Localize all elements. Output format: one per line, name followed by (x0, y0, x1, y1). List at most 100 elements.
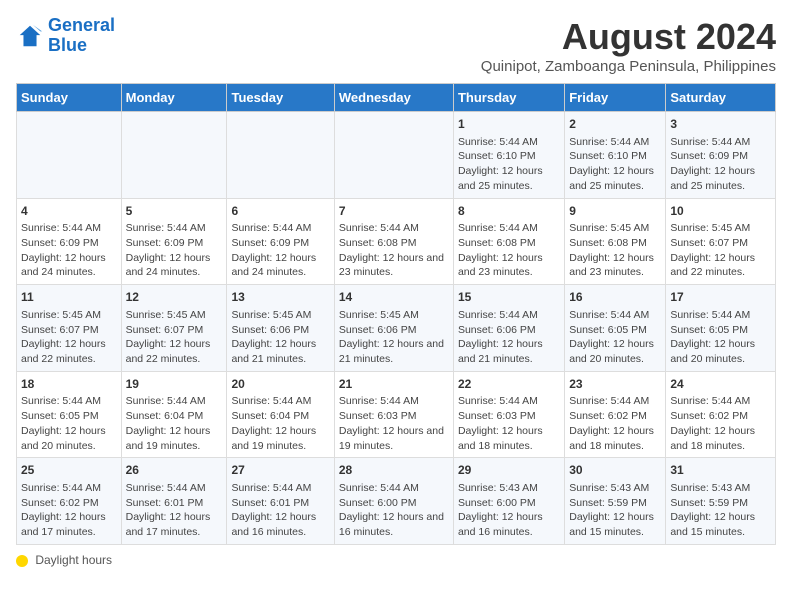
day-number: 21 (339, 376, 449, 393)
calendar-cell: 8Sunrise: 5:44 AMSunset: 6:08 PMDaylight… (453, 198, 564, 285)
day-info: Sunrise: 5:45 AMSunset: 6:07 PMDaylight:… (21, 308, 117, 367)
day-info: Sunrise: 5:44 AMSunset: 6:05 PMDaylight:… (21, 394, 117, 453)
day-info: Sunrise: 5:44 AMSunset: 6:02 PMDaylight:… (670, 394, 771, 453)
col-header-thursday: Thursday (453, 84, 564, 112)
calendar-cell: 7Sunrise: 5:44 AMSunset: 6:08 PMDaylight… (334, 198, 453, 285)
calendar-cell: 22Sunrise: 5:44 AMSunset: 6:03 PMDayligh… (453, 371, 564, 458)
calendar-cell: 17 Sunrise: 5:44 AMSunset: 6:05 PMDayligh… (666, 285, 776, 372)
week-row-1: 1 Sunrise: 5:44 AMSunset: 6:10 PMDaylight… (17, 112, 776, 199)
week-row-5: 25Sunrise: 5:44 AMSunset: 6:02 PMDayligh… (17, 458, 776, 545)
day-number: 9 (569, 203, 661, 220)
day-number: 22 (458, 376, 560, 393)
day-number: 4 (21, 203, 117, 220)
day-number: 28 (339, 462, 449, 479)
calendar-cell: 1 Sunrise: 5:44 AMSunset: 6:10 PMDaylight… (453, 112, 564, 199)
calendar-cell: 5Sunrise: 5:44 AMSunset: 6:09 PMDaylight… (121, 198, 227, 285)
day-number: 23 (569, 376, 661, 393)
calendar-cell: 6Sunrise: 5:44 AMSunset: 6:09 PMDaylight… (227, 198, 334, 285)
day-info: Sunrise: 5:44 AMSunset: 6:02 PMDaylight:… (569, 394, 661, 453)
day-info: Sunrise: 5:44 AMSunset: 6:05 PMDaylight:… (569, 308, 661, 367)
logo-text: General Blue (48, 16, 115, 56)
day-number: 19 (126, 376, 223, 393)
calendar-cell: 16 Sunrise: 5:44 AMSunset: 6:05 PMDayligh… (565, 285, 666, 372)
day-info: Sunrise: 5:45 AMSunset: 6:07 PMDaylight:… (670, 221, 771, 280)
calendar-cell: 19Sunrise: 5:44 AMSunset: 6:04 PMDayligh… (121, 371, 227, 458)
calendar-cell: 21Sunrise: 5:44 AMSunset: 6:03 PMDayligh… (334, 371, 453, 458)
col-header-friday: Friday (565, 84, 666, 112)
day-number: 12 (126, 289, 223, 306)
day-info: Sunrise: 5:44 AMSunset: 6:10 PMDaylight:… (458, 135, 560, 194)
day-info: Sunrise: 5:44 AMSunset: 6:01 PMDaylight:… (126, 481, 223, 540)
day-number: 17 (670, 289, 771, 306)
calendar-cell: 4Sunrise: 5:44 AMSunset: 6:09 PMDaylight… (17, 198, 122, 285)
day-number: 27 (231, 462, 329, 479)
day-number: 8 (458, 203, 560, 220)
day-info: Sunrise: 5:45 AMSunset: 6:06 PMDaylight:… (339, 308, 449, 367)
calendar-cell: 23Sunrise: 5:44 AMSunset: 6:02 PMDayligh… (565, 371, 666, 458)
day-number: 2 (569, 116, 661, 133)
day-info: Sunrise: 5:44 AMSunset: 6:03 PMDaylight:… (339, 394, 449, 453)
main-title: August 2024 (481, 16, 776, 58)
calendar-cell: 12 Sunrise: 5:45 AMSunset: 6:07 PMDayligh… (121, 285, 227, 372)
calendar-cell: 25Sunrise: 5:44 AMSunset: 6:02 PMDayligh… (17, 458, 122, 545)
calendar-cell: 29 Sunrise: 5:43 AMSunset: 6:00 PMDayligh… (453, 458, 564, 545)
day-number: 7 (339, 203, 449, 220)
day-info: Sunrise: 5:44 AMSunset: 6:09 PMDaylight:… (126, 221, 223, 280)
calendar-cell: 15Sunrise: 5:44 AMSunset: 6:06 PMDayligh… (453, 285, 564, 372)
calendar-cell (121, 112, 227, 199)
logo-icon (16, 22, 44, 50)
week-row-3: 11Sunrise: 5:45 AMSunset: 6:07 PMDayligh… (17, 285, 776, 372)
day-info: Sunrise: 5:44 AMSunset: 6:04 PMDaylight:… (231, 394, 329, 453)
day-info: Sunrise: 5:43 AMSunset: 6:00 PMDaylight:… (458, 481, 560, 540)
footer: Daylight hours (16, 553, 776, 567)
day-info: Sunrise: 5:44 AMSunset: 6:01 PMDaylight:… (231, 481, 329, 540)
calendar-cell: 3 Sunrise: 5:44 AMSunset: 6:09 PMDaylight… (666, 112, 776, 199)
calendar-cell: 13 Sunrise: 5:45 AMSunset: 6:06 PMDayligh… (227, 285, 334, 372)
day-number: 29 (458, 462, 560, 479)
daylight-legend: Daylight hours (16, 553, 112, 567)
calendar-cell: 27 Sunrise: 5:44 AMSunset: 6:01 PMDayligh… (227, 458, 334, 545)
day-info: Sunrise: 5:45 AMSunset: 6:07 PMDaylight:… (126, 308, 223, 367)
day-number: 3 (670, 116, 771, 133)
day-number: 24 (670, 376, 771, 393)
calendar-cell: 24Sunrise: 5:44 AMSunset: 6:02 PMDayligh… (666, 371, 776, 458)
daylight-label: Daylight hours (35, 553, 112, 567)
day-number: 6 (231, 203, 329, 220)
day-info: Sunrise: 5:45 AMSunset: 6:06 PMDaylight:… (231, 308, 329, 367)
day-number: 16 (569, 289, 661, 306)
day-info: Sunrise: 5:44 AMSunset: 6:00 PMDaylight:… (339, 481, 449, 540)
day-info: Sunrise: 5:44 AMSunset: 6:08 PMDaylight:… (339, 221, 449, 280)
day-number: 10 (670, 203, 771, 220)
day-number: 13 (231, 289, 329, 306)
calendar-cell: 2 Sunrise: 5:44 AMSunset: 6:10 PMDaylight… (565, 112, 666, 199)
page-header: General Blue August 2024 Quinipot, Zambo… (16, 16, 776, 75)
day-info: Sunrise: 5:44 AMSunset: 6:06 PMDaylight:… (458, 308, 560, 367)
col-header-wednesday: Wednesday (334, 84, 453, 112)
day-number: 31 (670, 462, 771, 479)
day-info: Sunrise: 5:44 AMSunset: 6:03 PMDaylight:… (458, 394, 560, 453)
day-info: Sunrise: 5:43 AMSunset: 5:59 PMDaylight:… (670, 481, 771, 540)
day-number: 30 (569, 462, 661, 479)
calendar-cell: 30Sunrise: 5:43 AMSunset: 5:59 PMDayligh… (565, 458, 666, 545)
day-number: 1 (458, 116, 560, 133)
day-number: 18 (21, 376, 117, 393)
day-info: Sunrise: 5:44 AMSunset: 6:09 PMDaylight:… (21, 221, 117, 280)
day-info: Sunrise: 5:44 AMSunset: 6:04 PMDaylight:… (126, 394, 223, 453)
col-header-monday: Monday (121, 84, 227, 112)
logo: General Blue (16, 16, 115, 56)
day-number: 20 (231, 376, 329, 393)
header-row: SundayMondayTuesdayWednesdayThursdayFrid… (17, 84, 776, 112)
day-info: Sunrise: 5:44 AMSunset: 6:09 PMDaylight:… (231, 221, 329, 280)
calendar-cell (227, 112, 334, 199)
calendar-cell (17, 112, 122, 199)
day-info: Sunrise: 5:44 AMSunset: 6:10 PMDaylight:… (569, 135, 661, 194)
calendar-cell: 18Sunrise: 5:44 AMSunset: 6:05 PMDayligh… (17, 371, 122, 458)
calendar-cell: 14Sunrise: 5:45 AMSunset: 6:06 PMDayligh… (334, 285, 453, 372)
day-info: Sunrise: 5:44 AMSunset: 6:09 PMDaylight:… (670, 135, 771, 194)
calendar-table: SundayMondayTuesdayWednesdayThursdayFrid… (16, 83, 776, 545)
calendar-cell: 28 Sunrise: 5:44 AMSunset: 6:00 PMDayligh… (334, 458, 453, 545)
day-info: Sunrise: 5:44 AMSunset: 6:05 PMDaylight:… (670, 308, 771, 367)
subtitle: Quinipot, Zamboanga Peninsula, Philippin… (481, 58, 776, 75)
calendar-cell (334, 112, 453, 199)
week-row-2: 4Sunrise: 5:44 AMSunset: 6:09 PMDaylight… (17, 198, 776, 285)
